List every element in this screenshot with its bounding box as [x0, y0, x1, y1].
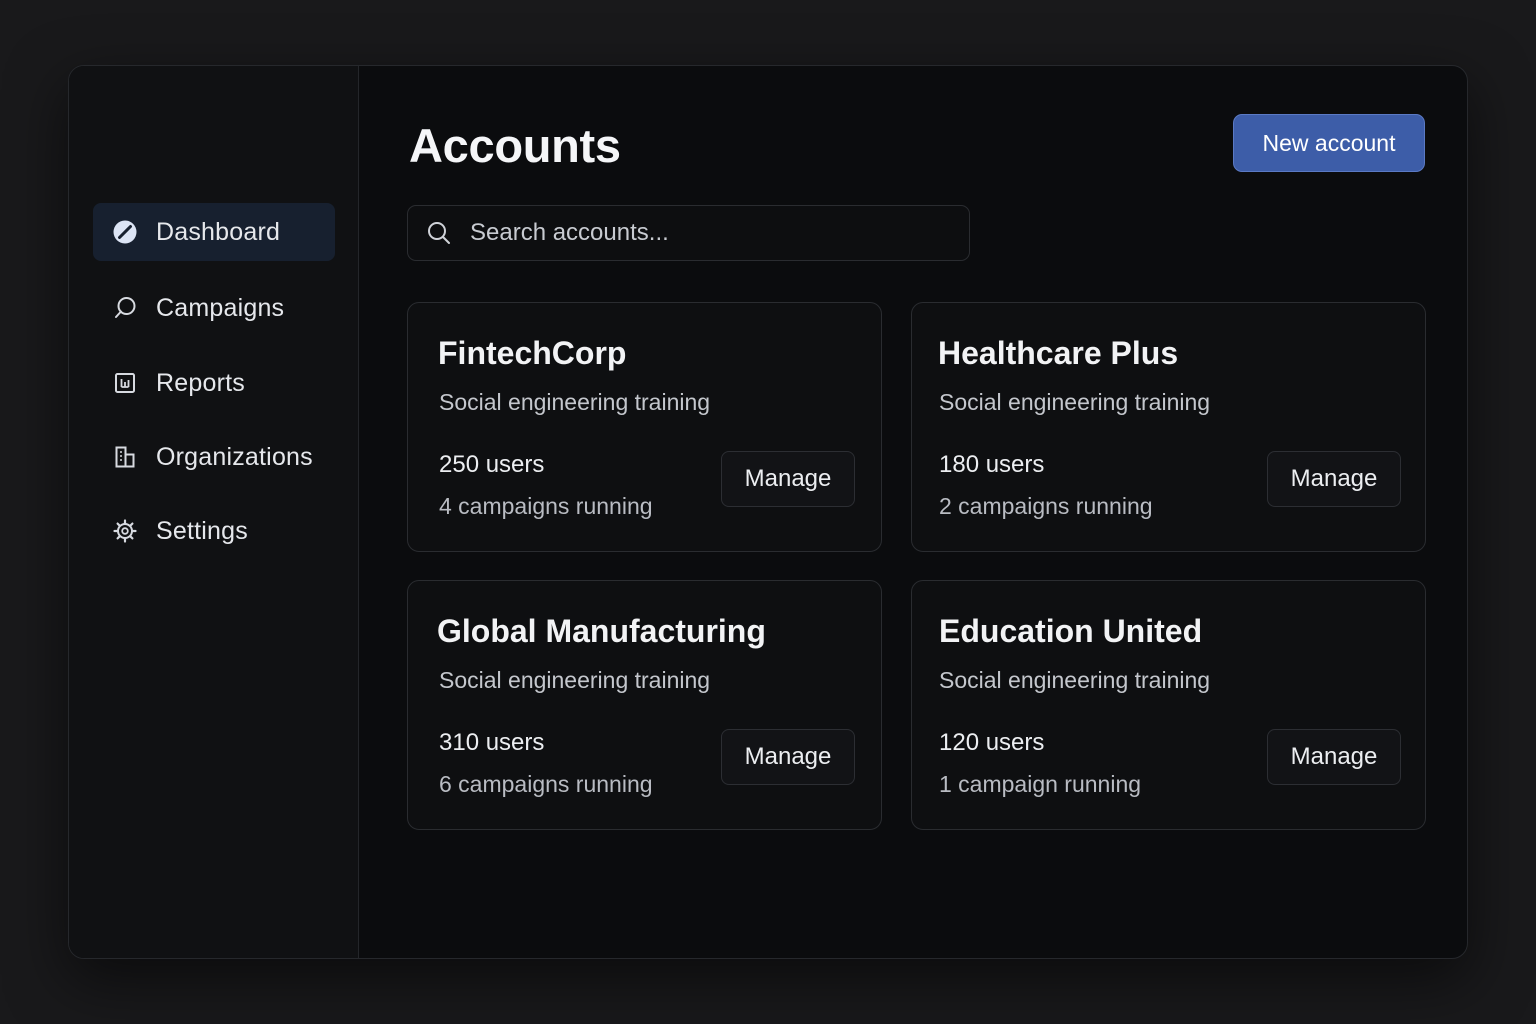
sidebar-item-dashboard[interactable]: Dashboard — [93, 203, 335, 261]
sidebar-item-campaigns[interactable]: Campaigns — [93, 279, 335, 337]
search-icon — [426, 220, 452, 246]
account-campaign-count: 2 campaigns running — [939, 493, 1153, 519]
new-account-button[interactable]: New account — [1233, 114, 1425, 172]
account-description: Social engineering training — [439, 667, 711, 693]
account-user-count: 310 users — [439, 729, 545, 756]
manage-button[interactable]: Manage — [1267, 729, 1401, 785]
account-description: Social engineering training — [939, 667, 1211, 693]
account-campaign-count: 6 campaigns running — [439, 771, 653, 797]
manage-button[interactable]: Manage — [721, 451, 855, 507]
report-icon — [112, 370, 138, 396]
account-user-count: 250 users — [439, 451, 545, 478]
sidebar-item-label: Campaigns — [156, 293, 285, 322]
manage-button[interactable]: Manage — [1267, 451, 1401, 507]
account-description: Social engineering training — [939, 389, 1211, 415]
search-input[interactable] — [468, 218, 952, 248]
app-window: Dashboard Campaigns Reports Organization… — [68, 65, 1468, 959]
account-card-healthcare-plus: Healthcare Plus Social engineering train… — [911, 302, 1426, 552]
sidebar: Dashboard Campaigns Reports Organization… — [69, 66, 359, 958]
sidebar-item-label: Organizations — [156, 442, 313, 471]
account-name: Healthcare Plus — [938, 335, 1179, 371]
account-description: Social engineering training — [439, 389, 711, 415]
account-card-global-manufacturing: Global Manufacturing Social engineering … — [407, 580, 882, 830]
account-name: FintechCorp — [438, 335, 627, 371]
account-card-fintechcorp: FintechCorp Social engineering training … — [407, 302, 882, 552]
account-campaign-count: 4 campaigns running — [439, 493, 653, 519]
search-bar — [407, 205, 970, 261]
building-icon — [112, 444, 138, 470]
account-campaign-count: 1 campaign running — [939, 771, 1142, 797]
account-name: Global Manufacturing — [437, 613, 766, 649]
page-title: Accounts — [409, 119, 621, 172]
sidebar-item-label: Dashboard — [156, 217, 281, 246]
chat-bubble-icon — [112, 295, 138, 321]
sidebar-item-label: Settings — [156, 516, 248, 545]
sidebar-item-settings[interactable]: Settings — [93, 502, 335, 560]
compass-icon — [112, 219, 138, 245]
gear-icon — [112, 518, 138, 544]
manage-button[interactable]: Manage — [721, 729, 855, 785]
sidebar-item-reports[interactable]: Reports — [93, 354, 335, 412]
account-name: Education United — [939, 613, 1203, 649]
main-content: Accounts New account FintechCorp Social … — [359, 66, 1467, 958]
account-user-count: 180 users — [939, 451, 1045, 478]
sidebar-item-label: Reports — [156, 368, 245, 397]
account-user-count: 120 users — [939, 729, 1045, 756]
sidebar-item-organizations[interactable]: Organizations — [93, 428, 335, 486]
account-card-education-united: Education United Social engineering trai… — [911, 580, 1426, 830]
